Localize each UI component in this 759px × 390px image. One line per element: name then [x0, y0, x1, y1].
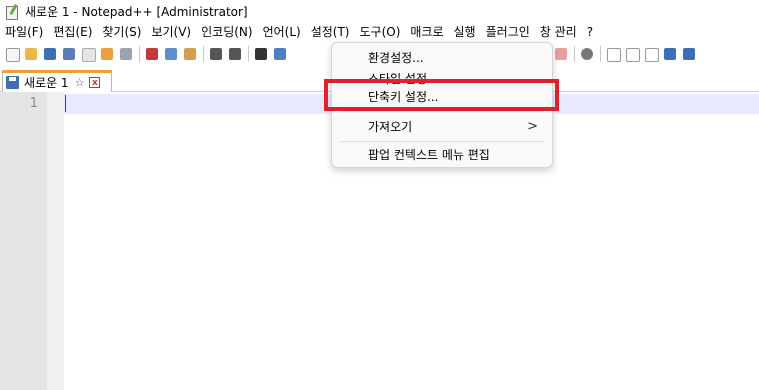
window-title: 새로운 1 - Notepad++ [Administrator] — [25, 4, 248, 19]
menu-plugins[interactable]: 플러그인 — [481, 22, 535, 42]
menu-window[interactable]: 창 관리 — [535, 22, 582, 42]
menu-bar: 파일(F) 편집(E) 찾기(S) 보기(V) 인코딩(N) 언어(L) 설정(… — [0, 22, 759, 42]
menu-file[interactable]: 파일(F) — [0, 22, 48, 42]
play-macro-icon[interactable] — [643, 46, 659, 62]
new-file-icon[interactable] — [4, 46, 20, 62]
menu-tools[interactable]: 도구(O) — [355, 22, 406, 42]
menu-help[interactable]: ? — [582, 22, 598, 42]
cut-icon[interactable] — [144, 46, 160, 62]
menu-edit[interactable]: 편집(E) — [48, 22, 97, 42]
save-macro-icon[interactable] — [681, 46, 697, 62]
submenu-arrow-icon: > — [527, 119, 538, 134]
text-caret — [65, 95, 66, 112]
stop-macro-icon[interactable] — [624, 46, 640, 62]
menu-view[interactable]: 보기(V) — [146, 22, 196, 42]
highlight-box — [324, 79, 559, 111]
close-file-icon[interactable] — [80, 46, 96, 62]
menu-separator — [340, 111, 544, 112]
undo-icon[interactable] — [208, 46, 224, 62]
menu-encoding[interactable]: 인코딩(N) — [196, 22, 257, 42]
toolbar-divider — [574, 46, 575, 62]
close-icon[interactable]: x — [89, 77, 101, 88]
toolbar-divider — [203, 46, 204, 62]
monitoring-icon[interactable] — [579, 46, 595, 62]
toolbar-divider — [248, 46, 249, 62]
toolbar-divider — [139, 46, 140, 62]
title-bar: 새로운 1 - Notepad++ [Administrator] — [0, 0, 759, 22]
copy-icon[interactable] — [163, 46, 179, 62]
tab-label: 새로운 1 — [24, 76, 69, 90]
menu-macro[interactable]: 매크로 — [405, 22, 448, 42]
notepad-app-icon — [5, 3, 19, 20]
line-number: 1 — [29, 96, 38, 111]
folder-workspace-icon[interactable] — [553, 46, 569, 62]
paste-icon[interactable] — [182, 46, 198, 62]
replace-icon[interactable] — [272, 46, 288, 62]
menu-language[interactable]: 언어(L) — [258, 22, 306, 42]
menu-item-edit-context-menu[interactable]: 팝업 컨텍스트 메뉴 편집 — [332, 142, 552, 168]
run-macro-multiple-icon[interactable] — [662, 46, 678, 62]
menu-item-import[interactable]: 가져오기 > — [332, 114, 552, 140]
pin-icon[interactable]: ☆ — [75, 76, 85, 89]
line-number-gutter: 1 — [0, 92, 64, 390]
menu-settings[interactable]: 설정(T) — [305, 22, 355, 42]
open-file-icon[interactable] — [23, 46, 39, 62]
menu-run[interactable]: 실행 — [449, 22, 481, 42]
toolbar-divider — [600, 46, 601, 62]
menu-search[interactable]: 찾기(S) — [97, 22, 146, 42]
print-icon[interactable] — [118, 46, 134, 62]
record-macro-icon[interactable] — [605, 46, 621, 62]
save-icon — [6, 76, 19, 89]
save-all-icon[interactable] — [61, 46, 77, 62]
close-all-icon[interactable] — [99, 46, 115, 62]
save-icon[interactable] — [42, 46, 58, 62]
redo-icon[interactable] — [227, 46, 243, 62]
tab-new-1[interactable]: 새로운 1 ☆ x — [2, 70, 112, 92]
fold-margin[interactable] — [47, 92, 64, 390]
find-icon[interactable] — [253, 46, 269, 62]
